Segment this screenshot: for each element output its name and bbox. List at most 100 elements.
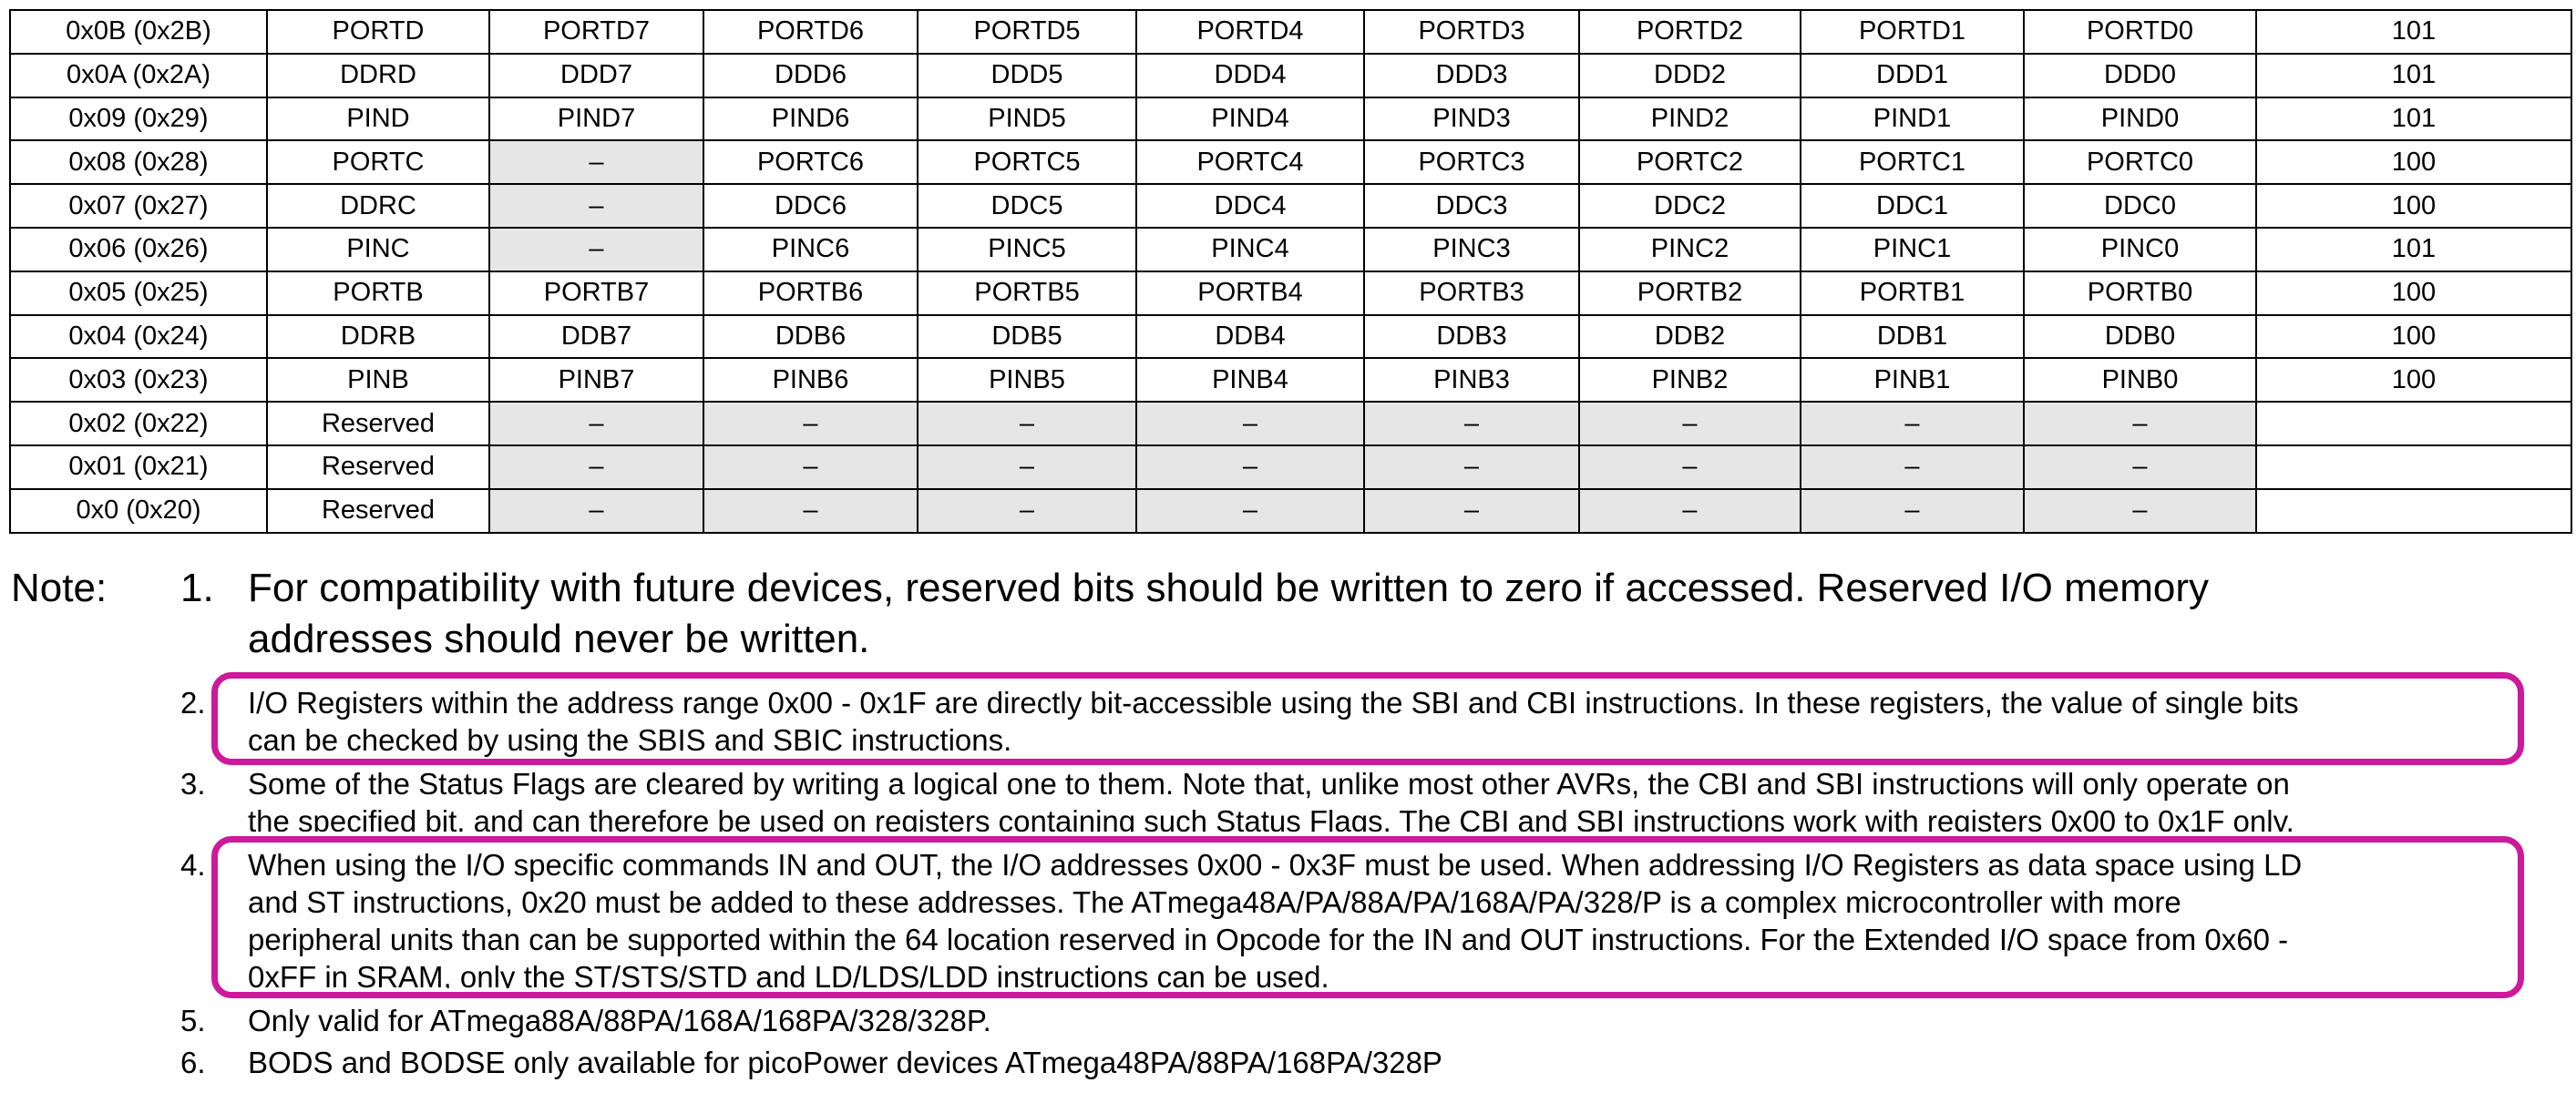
note-5-number: 5.	[180, 1004, 206, 1037]
address-cell: 0x09 (0x29)	[9, 96, 268, 142]
bit-cell: –	[1135, 444, 1365, 490]
bit-cell: DDC3	[1363, 183, 1580, 229]
page-cell: 100	[2255, 357, 2572, 403]
bit-cell: PORTB2	[1578, 270, 1801, 316]
table-row: 0x0B (0x2B) PORTD PORTD7 PORTD6 PORTD5 PORTD4…	[9, 9, 2572, 55]
bit-cell: PORTD5	[917, 9, 1137, 55]
address-cell: 0x01 (0x21)	[9, 444, 268, 490]
bit-cell: DDB6	[703, 313, 919, 360]
note-5-text: Only valid for ATmega88A/88PA/168A/168PA…	[248, 1002, 2508, 1039]
bit-cell: PORTB0	[2023, 270, 2257, 316]
bit-cell: –	[917, 401, 1137, 446]
table-row: 0x01 (0x21) Reserved – – – – – – – –	[9, 444, 2572, 490]
bit-cell: PORTB4	[1135, 270, 1365, 316]
note-6-text: BODS and BODSE only available for picoPo…	[248, 1044, 2508, 1081]
note-2-text: I/O Registers within the address range 0…	[248, 684, 2508, 759]
bit-cell: PIND5	[917, 96, 1137, 142]
note-3-line-2: the specified bit, and can therefore be …	[248, 804, 2294, 832]
bit-cell: –	[1800, 487, 2025, 534]
bit-cell: –	[917, 487, 1137, 534]
bit-cell: PORTC6	[703, 139, 919, 186]
bit-cell: DDC1	[1800, 183, 2025, 229]
bit-cell: PORTD0	[2023, 9, 2257, 55]
bit-cell: PORTC5	[917, 139, 1137, 186]
bit-cell: DDC0	[2023, 183, 2257, 229]
note-4-line-3: peripheral units than can be supported w…	[248, 923, 2289, 956]
note-4-number: 4.	[180, 848, 206, 882]
bit-cell: DDD0	[2023, 52, 2257, 98]
bit-cell: PIND7	[488, 96, 704, 142]
bit-cell: PINC1	[1800, 226, 2025, 272]
bit-cell: DDB5	[917, 313, 1137, 360]
bit-cell: PINC0	[2023, 226, 2257, 272]
bit-cell: PINB6	[703, 357, 919, 403]
register-summary-table: 0x0B (0x2B) PORTD PORTD7 PORTD6 PORTD5 PORTD4…	[9, 9, 2572, 534]
bit-cell: PINC6	[703, 226, 919, 272]
register-name-cell: Reserved	[266, 401, 490, 446]
register-name-cell: PIND	[266, 96, 490, 142]
bit-cell: DDD7	[488, 52, 704, 98]
note-1-line-2: addresses should never be written.	[248, 617, 870, 661]
bit-cell: –	[1363, 401, 1580, 446]
bit-cell: –	[488, 487, 704, 534]
bit-cell: PORTD4	[1135, 9, 1365, 55]
note-2-highlight-box	[211, 672, 2524, 765]
bit-cell: –	[488, 226, 704, 272]
page-cell	[2255, 444, 2572, 490]
bit-cell: PORTD1	[1800, 9, 2025, 55]
bit-cell: DDB7	[488, 313, 704, 360]
table-row: 0x02 (0x22) Reserved – – – – – – – –	[9, 401, 2572, 446]
bit-cell: –	[2023, 401, 2257, 446]
bit-cell: PORTB7	[488, 270, 704, 316]
bit-cell: –	[1800, 401, 2025, 446]
page-cell: 101	[2255, 226, 2572, 272]
bit-cell: PINB2	[1578, 357, 1801, 403]
register-name-cell: PORTC	[266, 139, 490, 186]
bit-cell: –	[1578, 487, 1801, 534]
note-2-line-2: can be checked by using the SBIS and SBI…	[248, 723, 1012, 757]
table-row: 0x03 (0x23) PINB PINB7 PINB6 PINB5 PINB4 PINB3…	[9, 357, 2572, 403]
page-cell: 101	[2255, 9, 2572, 55]
bit-cell: DDB2	[1578, 313, 1801, 360]
note-3-text: Some of the Status Flags are cleared by …	[248, 765, 2508, 832]
register-name-cell: PINC	[266, 226, 490, 272]
bit-cell: –	[1363, 444, 1580, 490]
table-row: 0x05 (0x25) PORTB PORTB7 PORTB6 PORTB5 PORTB4…	[9, 270, 2572, 316]
note-4-text: When using the I/O specific commands IN …	[248, 846, 2508, 988]
note-5-line-1: Only valid for ATmega88A/88PA/168A/168PA…	[248, 1004, 991, 1037]
table-row: 0x06 (0x26) PINC – PINC6 PINC5 PINC4 PINC3 PINC…	[9, 226, 2572, 272]
bit-cell: PINB3	[1363, 357, 1580, 403]
bit-cell: –	[488, 183, 704, 229]
note-2-number: 2.	[180, 686, 206, 720]
register-name-cell: DDRC	[266, 183, 490, 229]
bit-cell: DDD4	[1135, 52, 1365, 98]
bit-cell: –	[703, 487, 919, 534]
page-cell: 100	[2255, 270, 2572, 316]
bit-cell: PIND6	[703, 96, 919, 142]
bit-cell: DDB3	[1363, 313, 1580, 360]
bit-cell: PORTC3	[1363, 139, 1580, 186]
bit-cell: –	[1800, 444, 2025, 490]
bit-cell: PINB5	[917, 357, 1137, 403]
bit-cell: DDB1	[1800, 313, 2025, 360]
bit-cell: PIND2	[1578, 96, 1801, 142]
bit-cell: –	[703, 444, 919, 490]
bit-cell: PINC4	[1135, 226, 1365, 272]
bit-cell: DDB0	[2023, 313, 2257, 360]
address-cell: 0x02 (0x22)	[9, 401, 268, 446]
bit-cell: DDD2	[1578, 52, 1801, 98]
address-cell: 0x0 (0x20)	[9, 487, 268, 534]
bit-cell: DDD3	[1363, 52, 1580, 98]
bit-cell: PIND4	[1135, 96, 1365, 142]
page-cell	[2255, 401, 2572, 446]
bit-cell: DDB4	[1135, 313, 1365, 360]
page-cell: 101	[2255, 52, 2572, 98]
address-cell: 0x0B (0x2B)	[9, 9, 268, 55]
table-row: 0x0A (0x2A) DDRD DDD7 DDD6 DDD5 DDD4 DDD3 DDD2 D…	[9, 52, 2572, 98]
bit-cell: PINB1	[1800, 357, 2025, 403]
table-row: 0x08 (0x28) PORTC – PORTC6 PORTC5 PORTC4 PORTC…	[9, 139, 2572, 186]
bit-cell: –	[1578, 401, 1801, 446]
table-row: 0x04 (0x24) DDRB DDB7 DDB6 DDB5 DDB4 DDB3 DDB2 D…	[9, 313, 2572, 360]
note-1-number: 1.	[180, 566, 214, 610]
bit-cell: PIND1	[1800, 96, 2025, 142]
